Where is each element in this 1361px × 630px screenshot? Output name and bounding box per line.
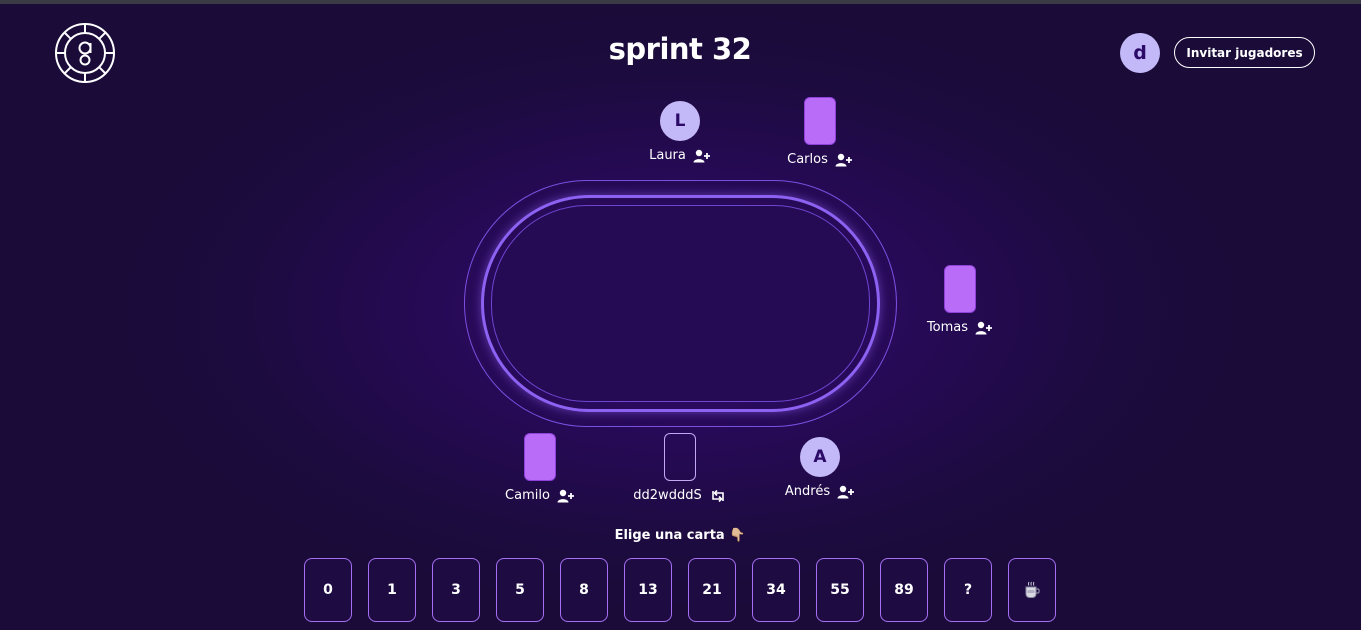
player-name: Laura — [649, 148, 686, 163]
player-tomas: Tomas — [900, 265, 1020, 335]
prompt-text: Elige una carta — [614, 528, 725, 543]
app-logo-icon[interactable] — [54, 22, 116, 84]
add-user-icon[interactable] — [693, 149, 711, 163]
player-avatar: L — [660, 101, 700, 141]
card-21[interactable]: 21 — [688, 558, 736, 622]
card-55[interactable]: 55 — [816, 558, 864, 622]
player-andres: A Andrés — [760, 437, 880, 499]
player-card-empty — [664, 433, 696, 481]
player-card-selected — [944, 265, 976, 313]
card-8[interactable]: 8 — [560, 558, 608, 622]
browser-top-bar — [0, 0, 1361, 4]
card-3[interactable]: 3 — [432, 558, 480, 622]
card-0[interactable]: 0 — [304, 558, 352, 622]
card-89[interactable]: 89 — [880, 558, 928, 622]
player-card-selected — [524, 433, 556, 481]
swap-icon[interactable] — [709, 489, 727, 503]
player-name: Carlos — [787, 152, 828, 167]
add-user-icon[interactable] — [837, 485, 855, 499]
user-avatar[interactable]: d — [1120, 33, 1160, 73]
card-coffee[interactable] — [1008, 558, 1056, 622]
card-34[interactable]: 34 — [752, 558, 800, 622]
table-rail — [481, 195, 880, 412]
poker-table — [464, 180, 897, 427]
invite-players-button[interactable]: Invitar jugadores — [1174, 37, 1315, 68]
player-name: Camilo — [505, 488, 550, 503]
player-carlos: Carlos — [760, 97, 880, 167]
card-5[interactable]: 5 — [496, 558, 544, 622]
player-camilo: Camilo — [480, 433, 600, 503]
table-surface — [491, 205, 870, 402]
add-user-icon[interactable] — [557, 489, 575, 503]
add-user-icon[interactable] — [975, 321, 993, 335]
choose-card-prompt: Elige una carta 👇🏼 — [480, 528, 880, 543]
player-avatar: A — [800, 437, 840, 477]
player-current-user: dd2wdddS — [620, 433, 740, 503]
card-question[interactable]: ? — [944, 558, 992, 622]
player-name: Andrés — [784, 484, 831, 499]
player-name: dd2wdddS — [633, 488, 702, 503]
coffee-icon — [1025, 581, 1040, 598]
player-card-selected — [804, 97, 836, 145]
player-laura: L Laura — [620, 101, 740, 163]
player-name: Tomas — [926, 320, 969, 335]
add-user-icon[interactable] — [835, 153, 853, 167]
card-1[interactable]: 1 — [368, 558, 416, 622]
page-title: sprint 32 — [608, 32, 752, 66]
card-deck: 0 1 3 5 8 13 21 34 55 89 ? — [304, 558, 1056, 622]
pointing-down-emoji: 👇🏼 — [729, 528, 746, 543]
card-13[interactable]: 13 — [624, 558, 672, 622]
